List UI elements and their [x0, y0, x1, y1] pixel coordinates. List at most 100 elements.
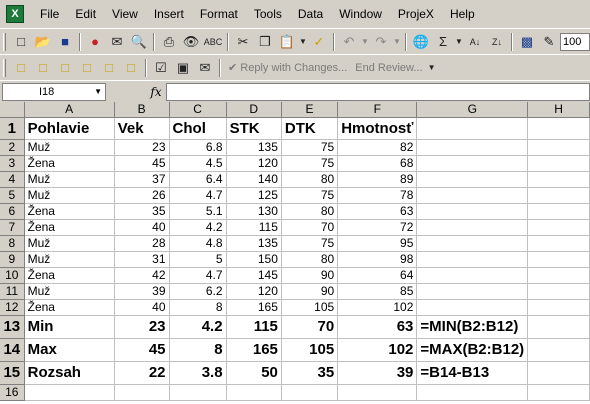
column-header-b[interactable]: B — [114, 102, 170, 118]
cell[interactable]: 145 — [226, 267, 282, 284]
cell[interactable] — [416, 117, 529, 140]
formula-note[interactable]: =B14-B13 — [416, 361, 529, 385]
cell[interactable] — [527, 299, 590, 316]
cell[interactable]: Žena — [24, 299, 115, 316]
cell[interactable] — [416, 219, 529, 236]
menu-projex[interactable]: ProjeX — [390, 0, 442, 28]
cell[interactable]: 115 — [226, 219, 282, 236]
cell[interactable]: 85 — [337, 283, 418, 300]
formula-note[interactable]: =MAX(B2:B12) — [416, 338, 529, 362]
cell[interactable]: Max — [24, 338, 115, 362]
cell[interactable]: 80 — [281, 203, 339, 220]
cell[interactable]: 45 — [114, 155, 170, 172]
excel-app-icon[interactable]: X — [6, 5, 24, 23]
formula-note[interactable]: =MIN(B2:B12) — [416, 315, 529, 339]
column-header-a[interactable]: A — [24, 102, 115, 118]
cell[interactable]: 165 — [226, 299, 282, 316]
cell[interactable]: 6.4 — [169, 171, 227, 188]
toolbar-grip[interactable] — [3, 32, 6, 51]
row-header[interactable]: 12 — [0, 299, 25, 316]
cell[interactable]: 165 — [226, 338, 282, 362]
format-painter-icon[interactable]: ✓ — [308, 32, 330, 52]
cell[interactable] — [416, 251, 529, 268]
zoom-combo[interactable]: 100 — [560, 32, 590, 51]
cell[interactable] — [527, 361, 590, 385]
cell[interactable] — [416, 384, 529, 401]
cell[interactable] — [527, 171, 590, 188]
cell[interactable] — [226, 384, 282, 401]
cell[interactable] — [416, 299, 529, 316]
cell[interactable] — [527, 338, 590, 362]
row-header[interactable]: 2 — [0, 139, 25, 156]
chevron-down-icon[interactable]: ▼ — [94, 84, 102, 100]
cell[interactable]: 22 — [114, 361, 170, 385]
menu-tools[interactable]: Tools — [246, 0, 290, 28]
print-preview-icon[interactable]: 👁 — [180, 32, 202, 52]
send-to-mail-icon[interactable]: ✉ — [194, 58, 216, 78]
cell[interactable]: 120 — [226, 283, 282, 300]
cell[interactable]: 4.7 — [169, 267, 227, 284]
cell[interactable]: 95 — [337, 235, 418, 252]
menu-data[interactable]: Data — [290, 0, 331, 28]
cell[interactable]: Chol — [169, 117, 227, 140]
cell[interactable] — [416, 203, 529, 220]
cell[interactable] — [416, 171, 529, 188]
cell[interactable]: 6.2 — [169, 283, 227, 300]
cell[interactable]: STK — [226, 117, 282, 140]
toolbar-grip[interactable] — [3, 58, 6, 77]
cell[interactable]: 102 — [337, 338, 418, 362]
cell[interactable] — [527, 155, 590, 172]
drawing-icon[interactable]: ✎ — [538, 32, 560, 52]
cell[interactable] — [527, 203, 590, 220]
cell[interactable]: 39 — [114, 283, 170, 300]
cell[interactable]: 105 — [281, 338, 339, 362]
cell[interactable] — [527, 139, 590, 156]
cell[interactable]: Muž — [24, 171, 115, 188]
row-header[interactable]: 6 — [0, 203, 25, 220]
cell[interactable]: 120 — [226, 155, 282, 172]
cell[interactable]: 89 — [337, 171, 418, 188]
column-header-d[interactable]: D — [226, 102, 282, 118]
cell[interactable]: 98 — [337, 251, 418, 268]
undo-icon[interactable]: ↶ — [338, 32, 360, 52]
new-document-icon[interactable]: □ — [10, 32, 32, 52]
column-header-f[interactable]: F — [337, 102, 418, 118]
cell[interactable]: Muž — [24, 283, 115, 300]
cell[interactable]: Žena — [24, 155, 115, 172]
worksheet-grid[interactable]: A B C D E F G H 1 Pohlavie Vek Chol STK … — [0, 102, 590, 404]
column-header-g[interactable]: G — [416, 102, 529, 118]
row-header[interactable]: 4 — [0, 171, 25, 188]
cell[interactable]: Muž — [24, 187, 115, 204]
cell[interactable]: 90 — [281, 267, 339, 284]
cell[interactable] — [527, 251, 590, 268]
cell[interactable]: 26 — [114, 187, 170, 204]
end-review-button[interactable]: End Review... — [351, 62, 426, 74]
cell[interactable]: Min — [24, 315, 115, 339]
new-comment-icon[interactable]: □ — [10, 58, 32, 78]
row-header[interactable]: 16 — [0, 384, 25, 401]
insert-function-button[interactable]: fx — [146, 85, 166, 99]
cell[interactable] — [527, 235, 590, 252]
cell[interactable]: 150 — [226, 251, 282, 268]
column-header-h[interactable]: H — [527, 102, 590, 118]
row-header[interactable]: 14 — [0, 338, 25, 362]
select-all-corner[interactable] — [0, 102, 25, 118]
cell[interactable]: 39 — [337, 361, 418, 385]
cell[interactable]: 28 — [114, 235, 170, 252]
cut-icon[interactable]: ✂ — [232, 32, 254, 52]
cell[interactable]: 35 — [114, 203, 170, 220]
cell[interactable]: 3.8 — [169, 361, 227, 385]
cell[interactable]: Muž — [24, 235, 115, 252]
cell[interactable] — [416, 187, 529, 204]
cell[interactable]: 135 — [226, 139, 282, 156]
row-header[interactable]: 11 — [0, 283, 25, 300]
sort-ascending-icon[interactable]: A↓ — [464, 32, 486, 52]
row-header[interactable]: 10 — [0, 267, 25, 284]
cell[interactable]: 31 — [114, 251, 170, 268]
hyperlink-icon[interactable]: 🌐 — [410, 32, 432, 52]
permission-icon[interactable]: ● — [84, 32, 106, 52]
cell[interactable]: Muž — [24, 139, 115, 156]
previous-comment-icon[interactable]: □ — [32, 58, 54, 78]
cell[interactable]: 35 — [281, 361, 339, 385]
cell[interactable]: 102 — [337, 299, 418, 316]
